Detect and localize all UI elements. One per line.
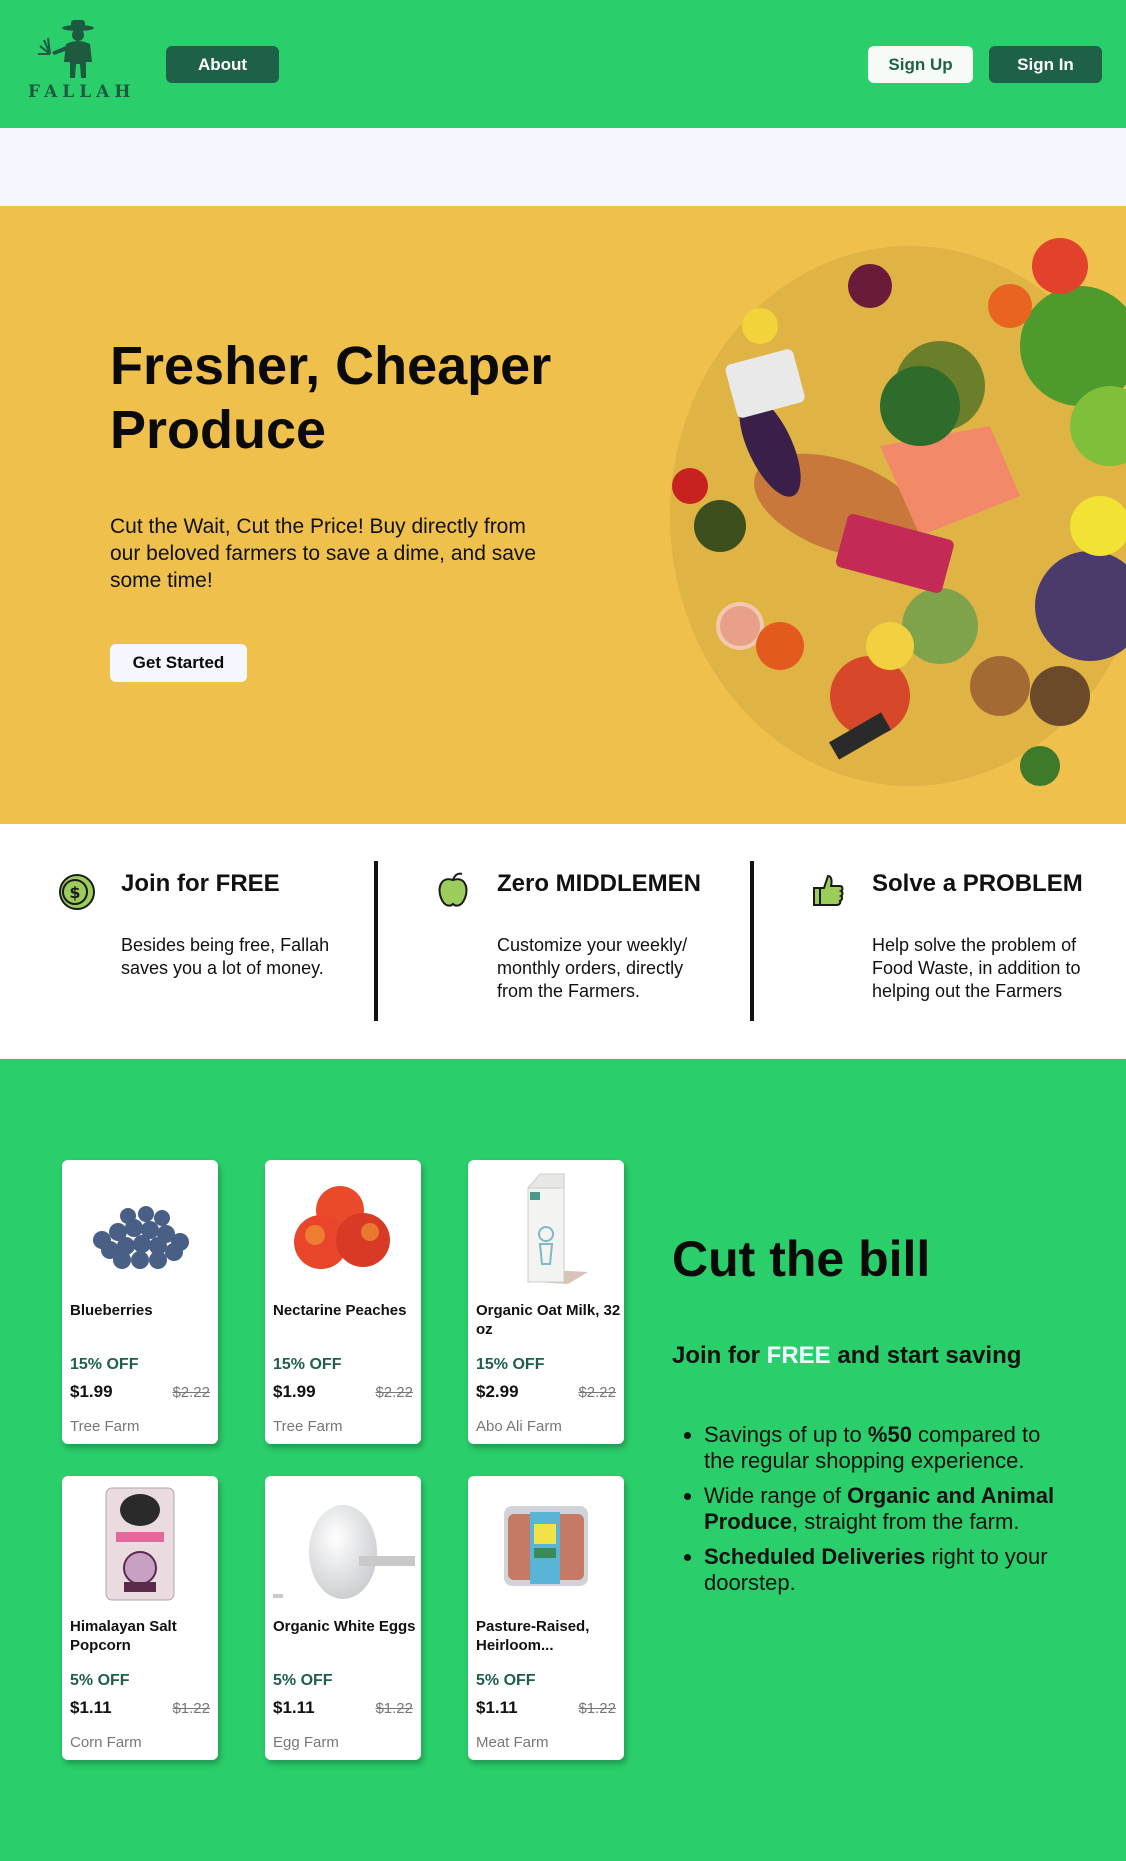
thumbs-up-icon xyxy=(813,874,844,906)
svg-text:$: $ xyxy=(69,883,80,902)
benefit-item: Scheduled Deliveries right to your doors… xyxy=(704,1544,1064,1596)
dollar-coin-icon: $ xyxy=(59,874,95,910)
free-highlight: FREE xyxy=(766,1342,831,1369)
farm-name: Egg Farm xyxy=(273,1734,339,1751)
farm-name: Abo Ali Farm xyxy=(476,1418,562,1435)
product-name: Organic Oat Milk, 32 oz xyxy=(476,1302,621,1338)
feature-text: Besides being free, Fallah saves you a l… xyxy=(121,935,330,978)
feature-divider xyxy=(750,861,754,1021)
product-price: $1.99 xyxy=(70,1382,113,1401)
fallah-logo[interactable]: FALLAH xyxy=(28,18,136,106)
discount-badge: 5% OFF xyxy=(70,1672,130,1689)
benefits-list: Savings of up to %50 compared to the reg… xyxy=(704,1422,1064,1605)
product-price: $1.11 xyxy=(70,1698,112,1717)
egg-image xyxy=(273,1505,415,1599)
header: FALLAH About Sign Up Sign In xyxy=(0,0,1126,128)
old-price: $2.22 xyxy=(375,1384,413,1401)
cut-bill-subtitle: Join for FREE and start saving xyxy=(672,1342,1021,1370)
discount-badge: 5% OFF xyxy=(273,1672,333,1689)
subtitle-prefix: Join for xyxy=(672,1342,767,1369)
product-name: Himalayan Salt Popcorn xyxy=(70,1618,177,1654)
about-button[interactable]: About xyxy=(166,46,279,83)
produce-collage-image xyxy=(670,238,1126,786)
apple-icon xyxy=(438,872,468,907)
feature-join-free: $ Join for FREE Besides being free, Fall… xyxy=(57,824,357,1059)
feature-title: Join for FREE xyxy=(121,870,280,897)
product-price: $1.99 xyxy=(273,1382,316,1401)
discount-badge: 15% OFF xyxy=(273,1356,342,1373)
feature-divider xyxy=(374,861,378,1021)
sign-in-button[interactable]: Sign In xyxy=(989,46,1102,83)
old-price: $1.22 xyxy=(172,1700,210,1717)
feature-solve-problem: Solve a PROBLEM Help solve the problem o… xyxy=(808,824,1108,1059)
hero-title: Fresher, Cheaper Produce xyxy=(110,336,552,460)
product-name: Organic White Eggs xyxy=(273,1618,416,1635)
feature-title: Solve a PROBLEM xyxy=(872,870,1083,897)
feature-title: Zero MIDDLEMEN xyxy=(497,870,701,897)
benefit-item: Wide range of Organic and Animal Produce… xyxy=(704,1483,1064,1535)
meat-image xyxy=(504,1506,588,1586)
sign-up-button[interactable]: Sign Up xyxy=(868,46,973,83)
product-card-nectarine-peaches[interactable]: Nectarine Peaches 15% OFF $1.99 $2.22 Tr… xyxy=(265,1160,421,1444)
product-card-eggs[interactable]: Organic White Eggs 5% OFF $1.11 $1.22 Eg… xyxy=(265,1476,421,1760)
old-price: $1.22 xyxy=(578,1700,616,1717)
hero-section: Fresher, Cheaper Produce Cut the Wait, C… xyxy=(0,206,1126,824)
farm-name: Meat Farm xyxy=(476,1734,549,1751)
old-price: $1.22 xyxy=(375,1700,413,1717)
hero-subtitle: Cut the Wait, Cut the Price! Buy directl… xyxy=(110,515,537,592)
benefit-item: Savings of up to %50 compared to the reg… xyxy=(704,1422,1064,1474)
get-started-button[interactable]: Get Started xyxy=(110,644,247,682)
farm-name: Corn Farm xyxy=(70,1734,142,1751)
product-price: $2.99 xyxy=(476,1382,519,1401)
cut-bill-title: Cut the bill xyxy=(672,1231,931,1287)
product-name: Nectarine Peaches xyxy=(273,1302,407,1319)
discount-badge: 15% OFF xyxy=(70,1356,139,1373)
product-name: Blueberries xyxy=(70,1302,153,1319)
product-card-oat-milk[interactable]: Organic Oat Milk, 32 oz 15% OFF $2.99 $2… xyxy=(468,1160,624,1444)
product-card-popcorn[interactable]: Himalayan Salt Popcorn 5% OFF $1.11 $1.2… xyxy=(62,1476,218,1760)
discount-badge: 5% OFF xyxy=(476,1672,536,1689)
farmer-icon xyxy=(38,20,94,78)
subtitle-suffix: and start saving xyxy=(830,1342,1022,1369)
logo-text: FALLAH xyxy=(28,82,136,102)
old-price: $2.22 xyxy=(578,1384,616,1401)
feature-text: Help solve the problem of Food Waste, in… xyxy=(872,935,1081,1001)
product-price: $1.11 xyxy=(476,1698,518,1717)
product-price: $1.11 xyxy=(273,1698,315,1717)
product-name: Pasture-Raised, Heirloom... xyxy=(476,1618,590,1654)
oat-milk-image xyxy=(526,1173,588,1284)
blueberries-image xyxy=(93,1206,189,1269)
farm-name: Tree Farm xyxy=(273,1418,343,1435)
feature-text: Customize your weekly/ monthly orders, d… xyxy=(497,935,688,1001)
product-card-meat[interactable]: Pasture-Raised, Heirloom... 5% OFF $1.11… xyxy=(468,1476,624,1760)
discount-badge: 15% OFF xyxy=(476,1356,545,1373)
header-spacer xyxy=(0,128,1126,206)
feature-zero-middlemen: Zero MIDDLEMEN Customize your weekly/ mo… xyxy=(433,824,733,1059)
popcorn-image xyxy=(105,1487,175,1601)
farm-name: Tree Farm xyxy=(70,1418,140,1435)
features-section: $ Join for FREE Besides being free, Fall… xyxy=(0,824,1126,1059)
peaches-image xyxy=(294,1186,390,1269)
old-price: $2.22 xyxy=(172,1384,210,1401)
product-card-blueberries[interactable]: Blueberries 15% OFF $1.99 $2.22 Tree Far… xyxy=(62,1160,218,1444)
